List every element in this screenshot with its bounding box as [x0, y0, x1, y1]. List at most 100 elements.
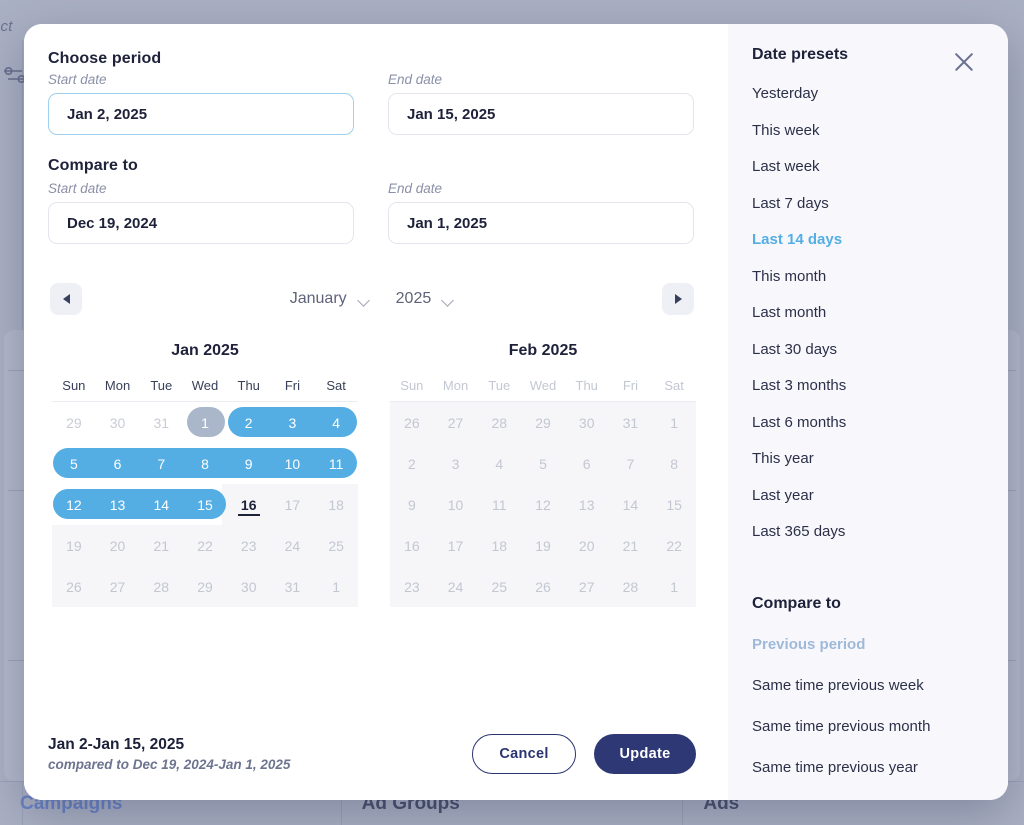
day-cell[interactable]: 29 — [183, 566, 227, 607]
day-cell[interactable]: 20 — [565, 525, 609, 566]
preset-item[interactable]: Yesterday — [752, 86, 1008, 101]
day-cell[interactable]: 1 — [183, 402, 227, 443]
day-cell[interactable]: 5 — [521, 443, 565, 484]
weekday-header-row: Sun Mon Tue Wed Thu Fri Sat — [390, 378, 696, 402]
day-cell[interactable]: 21 — [609, 525, 653, 566]
day-cell[interactable]: 29 — [521, 402, 565, 443]
year-select[interactable]: 2025 — [396, 290, 455, 308]
compare-option-item[interactable]: Same time previous month — [752, 719, 1008, 734]
preset-item[interactable]: Last 14 days — [752, 232, 1008, 247]
preset-item[interactable]: This year — [752, 451, 1008, 466]
day-cell[interactable]: 31 — [139, 402, 183, 443]
day-cell[interactable]: 23 — [390, 566, 434, 607]
day-cell[interactable]: 19 — [52, 525, 96, 566]
day-cell[interactable]: 31 — [609, 402, 653, 443]
compare-option-item[interactable]: Same time previous year — [752, 760, 1008, 775]
day-cell[interactable]: 19 — [521, 525, 565, 566]
day-cell[interactable]: 14 — [609, 484, 653, 525]
preset-item[interactable]: Last 30 days — [752, 342, 1008, 357]
day-cell[interactable]: 13 — [565, 484, 609, 525]
day-cell[interactable]: 10 — [271, 443, 315, 484]
day-cell[interactable]: 30 — [227, 566, 271, 607]
day-cell[interactable]: 3 — [434, 443, 478, 484]
compare-option-item[interactable]: Same time previous week — [752, 678, 1008, 693]
day-cell[interactable]: 12 — [52, 484, 96, 525]
day-cell[interactable]: 15 — [652, 484, 696, 525]
preset-item[interactable]: Last 3 months — [752, 378, 1008, 393]
day-cell[interactable]: 30 — [565, 402, 609, 443]
day-cell[interactable]: 1 — [652, 566, 696, 607]
day-cell[interactable]: 9 — [227, 443, 271, 484]
day-cell[interactable]: 25 — [477, 566, 521, 607]
day-cell[interactable]: 16 — [390, 525, 434, 566]
compare-end-input[interactable]: Jan 1, 2025 — [388, 202, 694, 244]
day-cell[interactable]: 20 — [96, 525, 140, 566]
period-start-input[interactable]: Jan 2, 2025 — [48, 93, 354, 135]
day-cell[interactable]: 27 — [96, 566, 140, 607]
day-cell[interactable]: 26 — [390, 402, 434, 443]
day-cell[interactable]: 4 — [314, 402, 358, 443]
preset-item[interactable]: Last month — [752, 305, 1008, 320]
period-end-input[interactable]: Jan 15, 2025 — [388, 93, 694, 135]
day-cell[interactable]: 23 — [227, 525, 271, 566]
calendar-month-feb: Feb 2025 Sun Mon Tue Wed Thu Fri Sat 26 2… — [390, 342, 696, 607]
prev-month-button[interactable] — [50, 283, 82, 315]
cancel-button[interactable]: Cancel — [472, 734, 576, 774]
day-cell[interactable]: 11 — [477, 484, 521, 525]
day-cell[interactable]: 18 — [477, 525, 521, 566]
day-cell[interactable]: 6 — [96, 443, 140, 484]
close-icon[interactable] — [950, 48, 978, 76]
preset-item[interactable]: Last 7 days — [752, 196, 1008, 211]
day-cell[interactable]: 22 — [183, 525, 227, 566]
preset-item[interactable]: Last 6 months — [752, 415, 1008, 430]
preset-item[interactable]: Last week — [752, 159, 1008, 174]
month-select[interactable]: January — [290, 290, 370, 308]
day-cell[interactable]: 5 — [52, 443, 96, 484]
preset-item[interactable]: Last 365 days — [752, 524, 1008, 539]
day-cell[interactable]: 24 — [434, 566, 478, 607]
day-cell[interactable]: 1 — [652, 402, 696, 443]
day-cell[interactable]: 4 — [477, 443, 521, 484]
day-cell[interactable]: 31 — [271, 566, 315, 607]
day-cell[interactable]: 28 — [139, 566, 183, 607]
day-cell[interactable]: 22 — [652, 525, 696, 566]
day-cell[interactable]: 18 — [314, 484, 358, 525]
preset-item[interactable]: This week — [752, 123, 1008, 138]
day-cell[interactable]: 27 — [434, 402, 478, 443]
day-cell[interactable]: 7 — [139, 443, 183, 484]
day-cell[interactable]: 3 — [271, 402, 315, 443]
day-cell[interactable]: 10 — [434, 484, 478, 525]
day-cell[interactable]: 12 — [521, 484, 565, 525]
day-cell[interactable]: 15 — [183, 484, 227, 525]
day-cell[interactable]: 27 — [565, 566, 609, 607]
day-cell[interactable]: 6 — [565, 443, 609, 484]
day-cell[interactable]: 8 — [652, 443, 696, 484]
day-cell[interactable]: 7 — [609, 443, 653, 484]
day-cell[interactable]: 17 — [434, 525, 478, 566]
preset-item[interactable]: This month — [752, 269, 1008, 284]
update-button[interactable]: Update — [594, 734, 696, 774]
day-cell[interactable]: 17 — [271, 484, 315, 525]
day-cell[interactable]: 2 — [390, 443, 434, 484]
day-cell[interactable]: 13 — [96, 484, 140, 525]
day-cell[interactable]: 2 — [227, 402, 271, 443]
day-cell[interactable]: 30 — [96, 402, 140, 443]
day-cell[interactable]: 25 — [314, 525, 358, 566]
day-cell[interactable]: 26 — [52, 566, 96, 607]
next-month-button[interactable] — [662, 283, 694, 315]
day-cell[interactable]: 28 — [477, 402, 521, 443]
day-cell[interactable]: 29 — [52, 402, 96, 443]
day-cell[interactable]: 24 — [271, 525, 315, 566]
day-cell[interactable]: 9 — [390, 484, 434, 525]
compare-start-input[interactable]: Dec 19, 2024 — [48, 202, 354, 244]
day-cell[interactable]: 14 — [139, 484, 183, 525]
preset-item[interactable]: Last year — [752, 488, 1008, 503]
day-cell[interactable]: 21 — [139, 525, 183, 566]
day-cell[interactable]: 1 — [314, 566, 358, 607]
compare-option-item[interactable]: Previous period — [752, 637, 1008, 652]
day-cell[interactable]: 8 — [183, 443, 227, 484]
day-cell[interactable]: 11 — [314, 443, 358, 484]
day-cell[interactable]: 26 — [521, 566, 565, 607]
day-cell[interactable]: 16 — [227, 484, 271, 525]
day-cell[interactable]: 28 — [609, 566, 653, 607]
